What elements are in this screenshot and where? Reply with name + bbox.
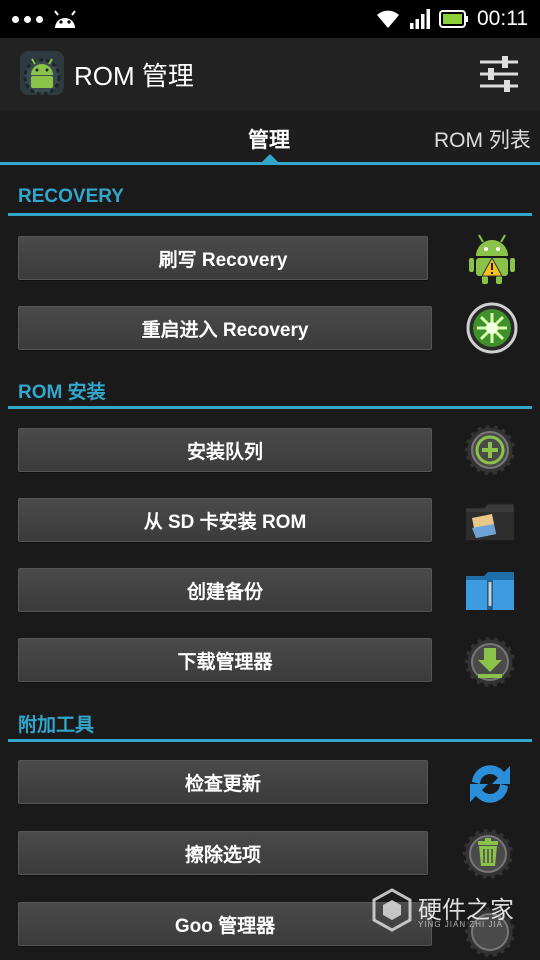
reboot-recovery-button[interactable]: 重启进入 Recovery [18, 306, 432, 350]
wifi-icon [377, 10, 399, 28]
download-gear-icon[interactable] [462, 634, 518, 690]
section-header-extra-tools: 附加工具 [18, 715, 95, 736]
notification-dots-icon [12, 16, 43, 23]
app-logo-icon[interactable] [20, 51, 64, 95]
action-bar: ROM 管理 [0, 38, 540, 110]
flash-recovery-button[interactable]: 刷写 Recovery [18, 236, 428, 280]
section-header-rom-install: ROM 安装 [18, 382, 106, 403]
battery-icon [439, 10, 468, 28]
watermark-subtext: YING JIAN ZHI JIA [418, 920, 504, 929]
app-title: ROM 管理 [74, 61, 194, 91]
install-queue-button[interactable]: 安装队列 [18, 428, 432, 472]
section-divider [8, 739, 532, 742]
tab-selected-caret [262, 154, 278, 162]
settings-sliders-icon[interactable] [478, 54, 520, 94]
section-divider [8, 213, 532, 216]
add-gear-icon[interactable] [462, 422, 518, 478]
goo-manager-button[interactable]: Goo 管理器 [18, 902, 432, 946]
section-header-recovery: RECOVERY [18, 186, 124, 207]
watermark: 硬件之家 YING JIAN ZHI JIA [372, 888, 532, 936]
install-from-sd-button[interactable]: 从 SD 卡安装 ROM [18, 498, 432, 542]
trash-gear-icon[interactable] [460, 826, 516, 882]
android-warning-icon[interactable] [464, 230, 520, 286]
android-icon [54, 10, 76, 28]
download-manager-button[interactable]: 下载管理器 [18, 638, 432, 682]
signal-icon [410, 9, 430, 29]
tab-manage[interactable]: 管理 [248, 124, 290, 154]
status-bar: 00:11 [0, 0, 540, 38]
reboot-flash-icon[interactable] [464, 300, 520, 356]
check-updates-button[interactable]: 检查更新 [18, 760, 428, 804]
watermark-logo-icon [372, 888, 412, 932]
wipe-options-button[interactable]: 擦除选项 [18, 831, 428, 875]
tab-rom-list[interactable]: ROM 列表 [434, 124, 531, 154]
create-backup-button[interactable]: 创建备份 [18, 568, 432, 612]
tab-indicator [0, 162, 540, 165]
section-divider [8, 406, 532, 409]
tab-bar: 管理 ROM 列表 [0, 110, 540, 166]
clock: 00:11 [477, 7, 528, 30]
sd-card-folder-icon[interactable] [462, 494, 518, 550]
backup-folder-icon[interactable] [462, 564, 518, 620]
refresh-icon[interactable] [462, 756, 518, 812]
